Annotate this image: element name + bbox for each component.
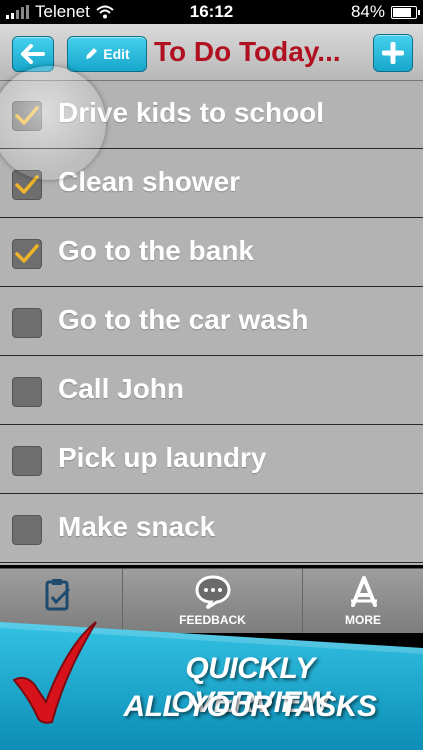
plus-icon (382, 42, 404, 64)
checkmark-icon (15, 106, 39, 125)
task-list: Drive kids to school Clean shower Go to th… (0, 81, 423, 565)
battery-fill (393, 7, 412, 17)
task-label: Call John (58, 373, 185, 404)
promo-check-icon (12, 621, 97, 724)
back-button[interactable] (12, 36, 54, 72)
task-row[interactable]: Call John (0, 357, 423, 425)
task-checkbox[interactable] (12, 446, 42, 476)
task-row[interactable]: Clean shower (0, 150, 423, 218)
edit-button-label: Edit (103, 46, 130, 62)
task-checkbox[interactable] (12, 308, 42, 338)
task-label: Go to the car wash (58, 304, 309, 335)
status-bar: Telenet 16:12 84% (0, 0, 423, 24)
task-checkbox-checked[interactable] (12, 170, 42, 200)
task-label: Drive kids to school (58, 97, 325, 128)
promo-banner: QUICKLY OVERVIEW ALL YOUR TASKS (0, 600, 423, 750)
task-checkbox[interactable] (12, 515, 42, 545)
task-checkbox-checked[interactable] (12, 101, 42, 131)
task-row[interactable]: Make snack (0, 495, 423, 563)
add-task-button[interactable] (373, 34, 413, 72)
checkmark-icon (15, 175, 39, 194)
status-right: 84% (350, 2, 420, 22)
navigation-bar: Edit To Do Today... (0, 24, 423, 81)
arrow-left-icon (21, 44, 45, 64)
task-label: Make snack (58, 511, 216, 542)
task-row[interactable]: Pick up laundry (0, 426, 423, 494)
page-title: To Do Today... (154, 36, 341, 67)
checkmark-icon (15, 244, 39, 263)
edit-button[interactable]: Edit (67, 36, 147, 72)
battery-percent: 84% (350, 2, 385, 21)
task-row[interactable]: Drive kids to school (0, 81, 423, 149)
task-checkbox[interactable] (12, 377, 42, 407)
task-row[interactable]: Go to the bank (0, 219, 423, 287)
task-label: Clean shower (58, 166, 241, 197)
pencil-icon (86, 48, 98, 59)
task-row[interactable]: Go to the car wash (0, 288, 423, 356)
task-label: Go to the bank (58, 235, 254, 266)
task-label: Pick up laundry (58, 442, 267, 473)
battery-icon (391, 5, 420, 19)
task-checkbox-checked[interactable] (12, 239, 42, 269)
promo-line-2: ALL YOUR TASKS (123, 690, 377, 723)
